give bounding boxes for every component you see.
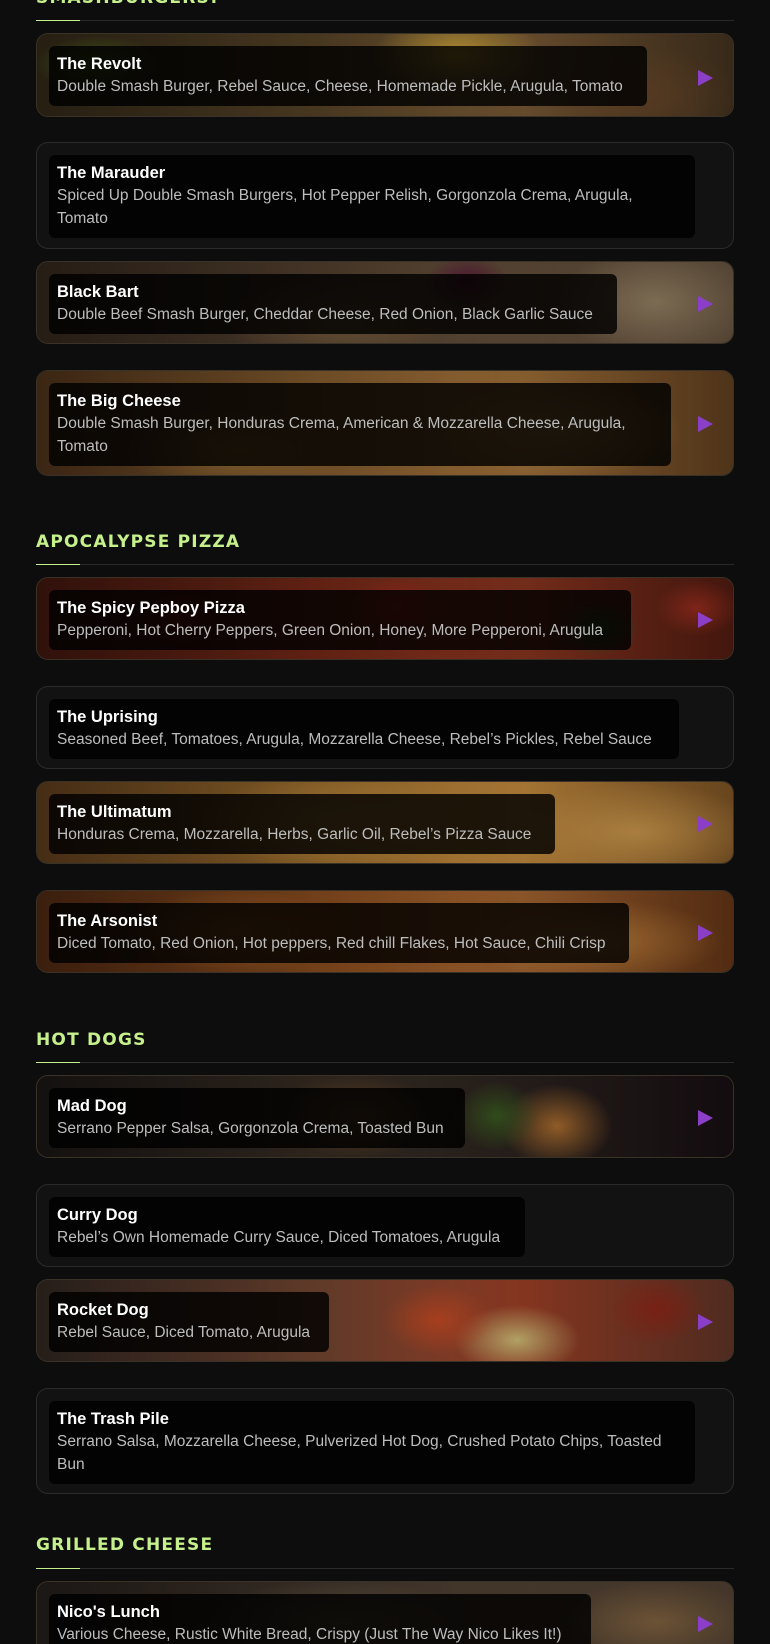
section-title-smashburgers: SMASHBURGERS!: [36, 0, 219, 8]
menu-item-info: Black Bart Double Beef Smash Burger, Che…: [49, 274, 617, 334]
menu-item-description: Double Smash Burger, Honduras Crema, Ame…: [57, 415, 626, 455]
menu-item-info: The Arsonist Diced Tomato, Red Onion, Ho…: [49, 903, 629, 963]
play-video-icon[interactable]: [698, 816, 713, 832]
menu-item-name: The Uprising: [57, 708, 158, 726]
menu-item-name: Black Bart: [57, 283, 139, 301]
menu-item-spicy-pepboy-pizza[interactable]: The Spicy Pepboy Pizza Pepperoni, Hot Ch…: [36, 577, 734, 660]
play-video-icon[interactable]: [698, 612, 713, 628]
menu-item-mad-dog[interactable]: Mad Dog Serrano Pepper Salsa, Gorgonzola…: [36, 1075, 734, 1158]
menu-item-black-bart[interactable]: Black Bart Double Beef Smash Burger, Che…: [36, 261, 734, 344]
menu-item-name: Rocket Dog: [57, 1301, 149, 1319]
play-video-icon[interactable]: [698, 296, 713, 312]
menu-item-name: The Revolt: [57, 55, 142, 73]
section-title-grilled-cheese: GRILLED CHEESE: [36, 1535, 214, 1555]
menu-item-info: Mad Dog Serrano Pepper Salsa, Gorgonzola…: [49, 1088, 465, 1148]
menu-item-name: Nico's Lunch: [57, 1603, 160, 1621]
menu-item-the-marauder[interactable]: The Marauder Spiced Up Double Smash Burg…: [36, 142, 734, 249]
menu-item-name: Curry Dog: [57, 1206, 138, 1224]
menu-item-description: Spiced Up Double Smash Burgers, Hot Pepp…: [57, 187, 633, 227]
menu-item-name: The Spicy Pepboy Pizza: [57, 599, 245, 617]
menu-item-rocket-dog[interactable]: Rocket Dog Rebel Sauce, Diced Tomato, Ar…: [36, 1279, 734, 1362]
menu-item-description: Double Beef Smash Burger, Cheddar Cheese…: [57, 306, 593, 323]
menu-item-description: Serrano Salsa, Mozzarella Cheese, Pulver…: [57, 1433, 662, 1473]
menu-item-description: Honduras Crema, Mozzarella, Herbs, Garli…: [57, 826, 532, 843]
play-video-icon[interactable]: [698, 70, 713, 86]
menu-item-info: Curry Dog Rebel’s Own Homemade Curry Sau…: [49, 1197, 525, 1257]
menu-item-description: Double Smash Burger, Rebel Sauce, Cheese…: [57, 78, 623, 95]
menu-item-info: The Uprising Seasoned Beef, Tomatoes, Ar…: [49, 699, 679, 759]
menu-item-description: Rebel Sauce, Diced Tomato, Arugula: [57, 1324, 311, 1341]
section-title-hot-dogs: HOT DOGS: [36, 1030, 147, 1050]
menu-item-info: The Trash Pile Serrano Salsa, Mozzarella…: [49, 1401, 695, 1484]
menu-item-name: The Marauder: [57, 164, 166, 182]
play-video-icon[interactable]: [698, 1616, 713, 1632]
section-divider: [36, 1062, 734, 1063]
menu-item-description: Various Cheese, Rustic White Bread, Cris…: [57, 1626, 562, 1643]
menu-item-info: The Spicy Pepboy Pizza Pepperoni, Hot Ch…: [49, 590, 631, 650]
menu-page: SMASHBURGERS! The Revolt Double Smash Bu…: [0, 0, 770, 1644]
section-divider: [36, 564, 734, 565]
menu-item-name: The Arsonist: [57, 912, 158, 930]
menu-item-name: The Trash Pile: [57, 1410, 169, 1428]
menu-item-the-trash-pile[interactable]: The Trash Pile Serrano Salsa, Mozzarella…: [36, 1388, 734, 1494]
menu-item-the-revolt[interactable]: The Revolt Double Smash Burger, Rebel Sa…: [36, 33, 734, 117]
menu-item-info: The Ultimatum Honduras Crema, Mozzarella…: [49, 794, 555, 854]
menu-item-the-uprising[interactable]: The Uprising Seasoned Beef, Tomatoes, Ar…: [36, 686, 734, 769]
play-video-icon[interactable]: [698, 925, 713, 941]
play-video-icon[interactable]: [698, 416, 713, 432]
menu-item-info: The Marauder Spiced Up Double Smash Burg…: [49, 155, 695, 238]
menu-item-the-ultimatum[interactable]: The Ultimatum Honduras Crema, Mozzarella…: [36, 781, 734, 864]
menu-item-name: The Big Cheese: [57, 392, 181, 410]
menu-item-description: Serrano Pepper Salsa, Gorgonzola Crema, …: [57, 1120, 444, 1137]
menu-item-the-big-cheese[interactable]: The Big Cheese Double Smash Burger, Hond…: [36, 370, 734, 476]
section-divider: [36, 1568, 734, 1569]
play-video-icon[interactable]: [698, 1314, 713, 1330]
menu-item-description: Rebel’s Own Homemade Curry Sauce, Diced …: [57, 1229, 501, 1246]
menu-item-curry-dog[interactable]: Curry Dog Rebel’s Own Homemade Curry Sau…: [36, 1184, 734, 1267]
section-title-apocalypse-pizza: APOCALYPSE PIZZA: [36, 532, 241, 552]
menu-item-name: Mad Dog: [57, 1097, 127, 1115]
menu-item-info: The Big Cheese Double Smash Burger, Hond…: [49, 383, 671, 466]
menu-item-info: Rocket Dog Rebel Sauce, Diced Tomato, Ar…: [49, 1292, 329, 1352]
menu-item-nicos-lunch[interactable]: Nico's Lunch Various Cheese, Rustic Whit…: [36, 1581, 734, 1644]
section-divider: [36, 20, 734, 21]
menu-item-info: Nico's Lunch Various Cheese, Rustic Whit…: [49, 1594, 591, 1644]
menu-item-the-arsonist[interactable]: The Arsonist Diced Tomato, Red Onion, Ho…: [36, 890, 734, 973]
menu-item-info: The Revolt Double Smash Burger, Rebel Sa…: [49, 46, 647, 106]
menu-item-description: Pepperoni, Hot Cherry Peppers, Green Oni…: [57, 622, 603, 639]
menu-item-description: Seasoned Beef, Tomatoes, Arugula, Mozzar…: [57, 731, 652, 748]
menu-item-name: The Ultimatum: [57, 803, 172, 821]
menu-item-description: Diced Tomato, Red Onion, Hot peppers, Re…: [57, 935, 606, 952]
play-video-icon[interactable]: [698, 1110, 713, 1126]
